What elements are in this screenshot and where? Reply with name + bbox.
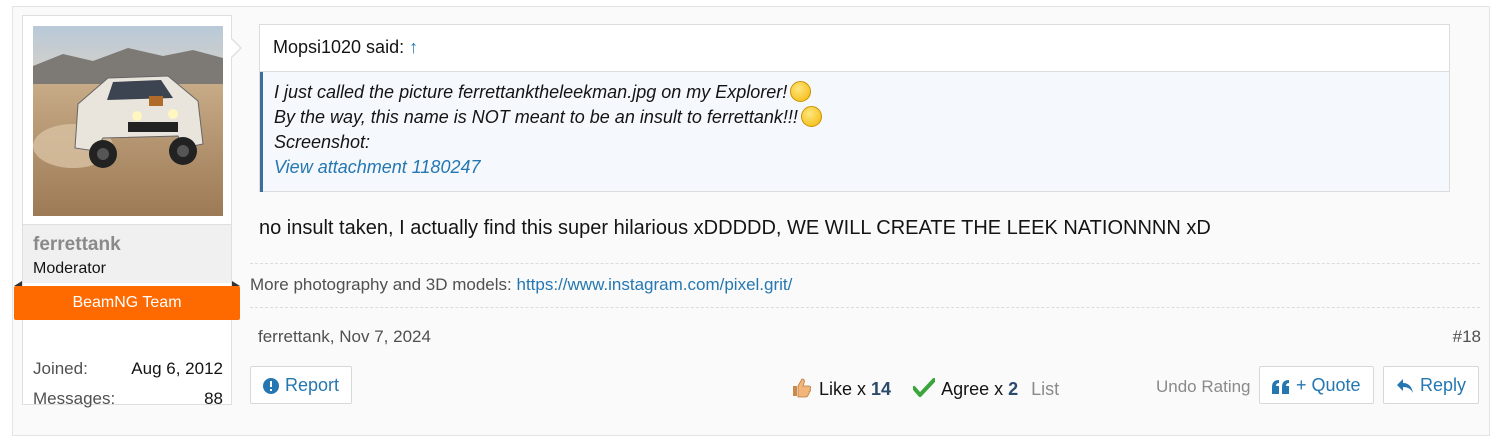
post-author-date[interactable]: ferrettank, Nov 7, 2024 (258, 327, 431, 347)
stat-label: Joined: (33, 359, 88, 378)
quote-button[interactable]: + Quote (1259, 366, 1374, 404)
signature-divider (250, 263, 1480, 264)
quote-block: Mopsi1020 said: ↑ I just called the pict… (259, 24, 1450, 192)
quote-line: By the way, this name is NOT meant to be… (274, 107, 798, 127)
reply-label: Reply (1420, 375, 1467, 395)
footer-divider (250, 307, 1480, 308)
stat-joined: Joined: Aug 6, 2012 (33, 359, 223, 379)
user-name-box: ferrettank Moderator (22, 225, 232, 283)
signature-text: More photography and 3D models: (250, 275, 517, 294)
quote-author[interactable]: Mopsi1020 said: (273, 37, 404, 57)
attachment-link[interactable]: View attachment 1180247 (274, 155, 1449, 180)
sad-smiley-icon (800, 106, 822, 127)
post-number[interactable]: #18 (1453, 327, 1481, 347)
stat-messages: Messages: 88 (33, 389, 223, 409)
signature: More photography and 3D models: https://… (250, 275, 792, 295)
quote-label: + Quote (1296, 375, 1361, 395)
quote-line: I just called the picture ferrettankthel… (274, 82, 788, 102)
like-count: 14 (871, 379, 892, 399)
quote-jump-link[interactable]: ↑ (409, 37, 418, 57)
reply-button[interactable]: Reply (1383, 366, 1480, 404)
stat-value: Aug 6, 2012 (131, 359, 223, 378)
post-arrow (230, 37, 242, 59)
quote-line: Screenshot: (274, 132, 371, 152)
reply-arrow-icon (1397, 379, 1413, 393)
quote-header: Mopsi1020 said: ↑ (260, 25, 1449, 72)
avatar-frame (22, 15, 232, 225)
exclamation-icon (263, 378, 279, 394)
quote-content: I just called the picture ferrettankthel… (260, 72, 1449, 192)
quote-icon (1272, 380, 1289, 394)
signature-link[interactable]: https://www.instagram.com/pixel.grit/ (517, 275, 793, 294)
reaction-list-link[interactable]: List (1031, 379, 1059, 399)
avatar[interactable] (33, 26, 223, 216)
user-banner: BeamNG Team (14, 281, 240, 320)
thumbs-up-icon (793, 378, 812, 398)
stat-label: Messages: (33, 389, 116, 408)
user-title: Moderator (33, 260, 106, 277)
reaction-summary[interactable]: Like x 14 Agree x 2 List (791, 376, 1059, 400)
report-button[interactable]: Report (250, 366, 353, 404)
like-label: Like x (819, 379, 872, 399)
agree-label: Agree x (941, 379, 1009, 399)
user-cell: ferrettank Moderator Joined: Aug 6, 2012… (14, 15, 242, 408)
agree-count: 2 (1008, 379, 1019, 399)
stat-value: 88 (204, 389, 223, 408)
username-link[interactable]: ferrettank (33, 234, 121, 256)
report-label: Report (285, 375, 340, 395)
post-message: no insult taken, I actually find this su… (259, 217, 1211, 239)
checkmark-icon (913, 378, 936, 397)
undo-rating-link[interactable]: Undo Rating (1156, 377, 1251, 397)
grin-smiley-icon (790, 81, 812, 102)
